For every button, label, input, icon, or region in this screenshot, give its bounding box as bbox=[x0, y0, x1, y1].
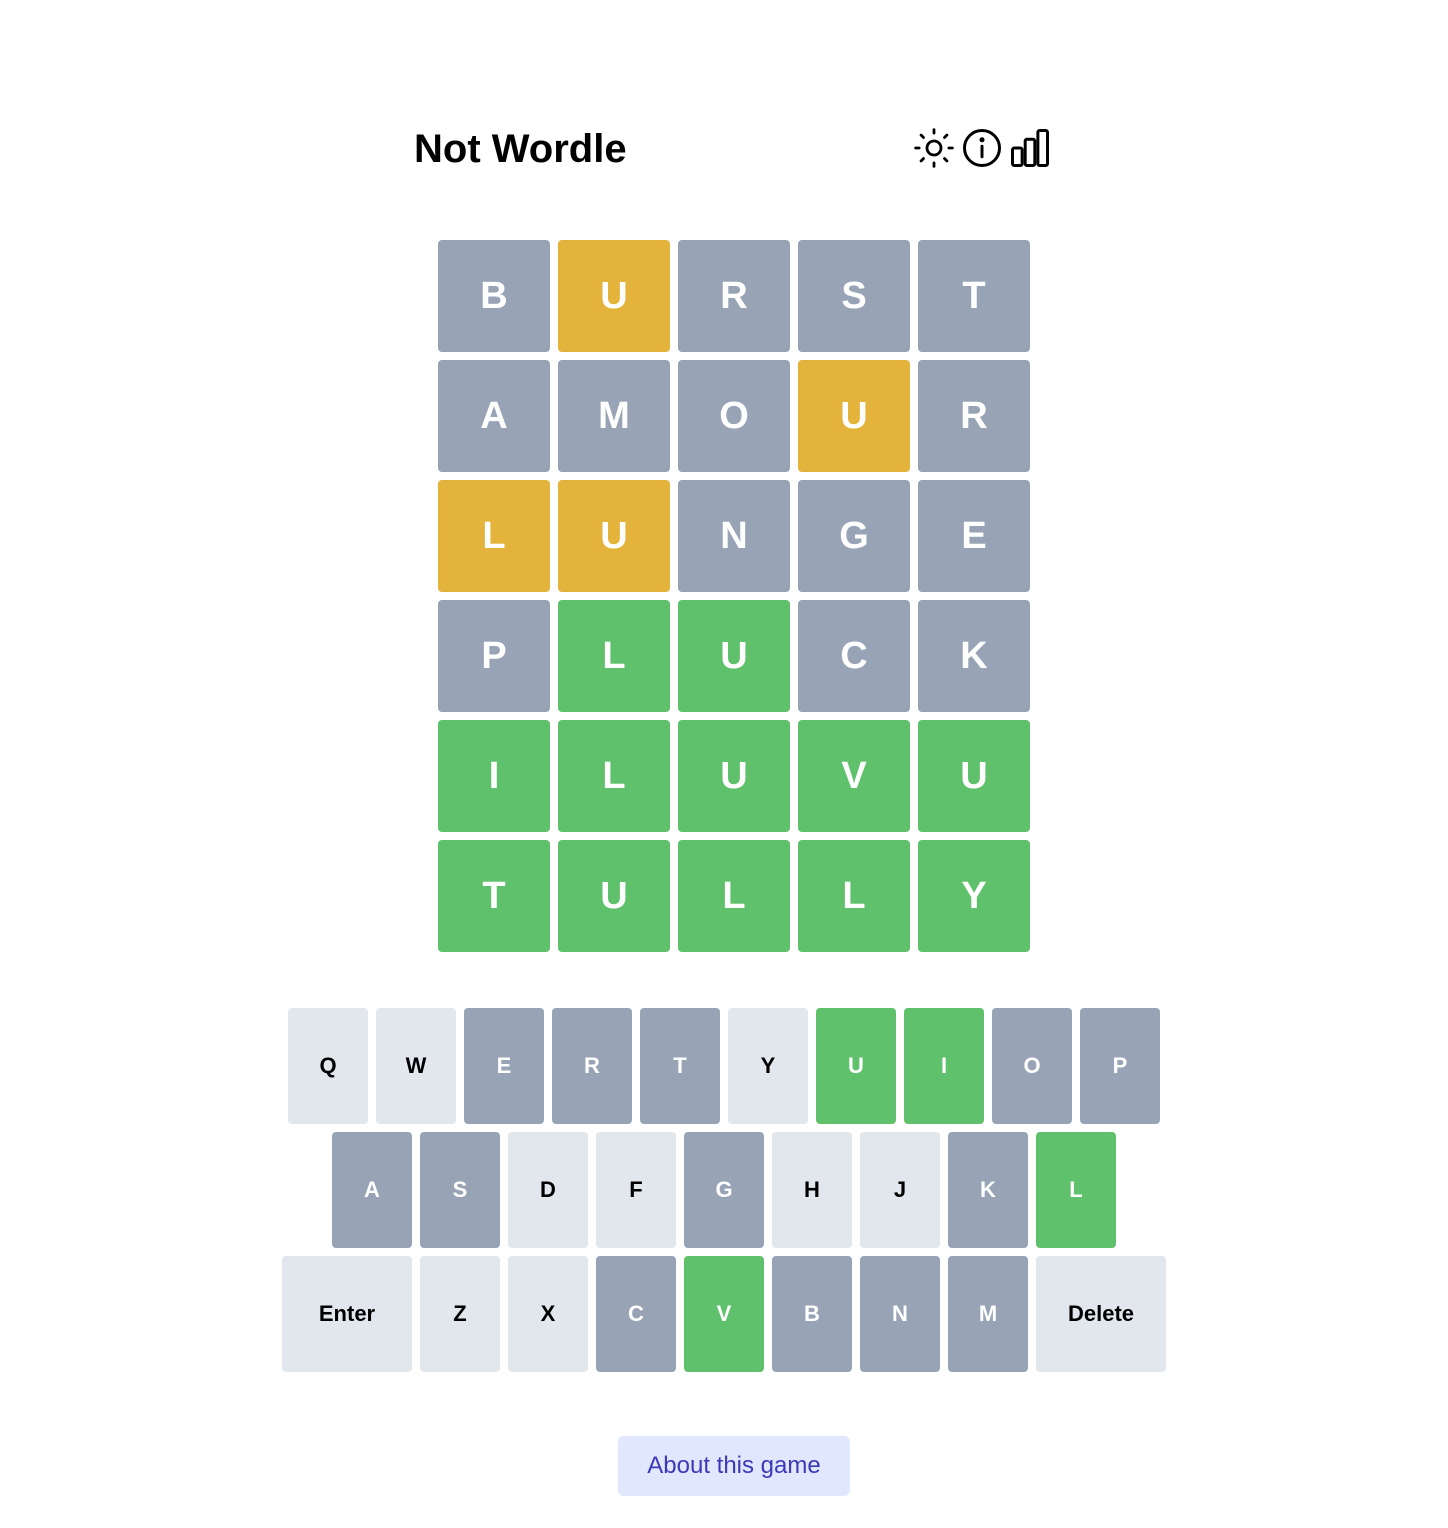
board-tile: U bbox=[558, 480, 670, 592]
key-f[interactable]: F bbox=[596, 1132, 676, 1248]
key-w[interactable]: W bbox=[376, 1008, 456, 1124]
key-h[interactable]: H bbox=[772, 1132, 852, 1248]
key-g[interactable]: G bbox=[684, 1132, 764, 1248]
board-tile: U bbox=[918, 720, 1030, 832]
key-s[interactable]: S bbox=[420, 1132, 500, 1248]
board-tile: K bbox=[918, 600, 1030, 712]
board-tile: L bbox=[438, 480, 550, 592]
board-tile: N bbox=[678, 480, 790, 592]
board-tile: P bbox=[438, 600, 550, 712]
board-tile: U bbox=[558, 840, 670, 952]
board-tile: B bbox=[438, 240, 550, 352]
board-row: TULLY bbox=[438, 840, 1030, 952]
board-tile: U bbox=[678, 600, 790, 712]
key-x[interactable]: X bbox=[508, 1256, 588, 1372]
board-tile: A bbox=[438, 360, 550, 472]
info-icon[interactable] bbox=[960, 126, 1004, 170]
board-tile: T bbox=[918, 240, 1030, 352]
keyboard-row: ASDFGHJKL bbox=[0, 1132, 1448, 1248]
on-screen-keyboard: Q W E R T Y U I O P A S D F G H J K L Enter Z X C V B N M Delete bbox=[0, 1008, 1448, 1380]
key-v[interactable]: V bbox=[684, 1256, 764, 1372]
key-m[interactable]: M bbox=[948, 1256, 1028, 1372]
board-tile: U bbox=[678, 720, 790, 832]
board-row: AMOUR bbox=[438, 360, 1030, 472]
board-tile: E bbox=[918, 480, 1030, 592]
key-b[interactable]: B bbox=[772, 1256, 852, 1372]
key-e[interactable]: E bbox=[464, 1008, 544, 1124]
board-tile: L bbox=[798, 840, 910, 952]
board-row: LUNGE bbox=[438, 480, 1030, 592]
board-tile: G bbox=[798, 480, 910, 592]
board-tile: S bbox=[798, 240, 910, 352]
board-tile: I bbox=[438, 720, 550, 832]
board-tile: R bbox=[918, 360, 1030, 472]
board-row: PLUCK bbox=[438, 600, 1030, 712]
board-tile: L bbox=[558, 600, 670, 712]
board-row: BURST bbox=[438, 240, 1030, 352]
key-y[interactable]: Y bbox=[728, 1008, 808, 1124]
keyboard-row: Enter Z X C V B N M Delete bbox=[0, 1256, 1448, 1372]
board-tile: T bbox=[438, 840, 550, 952]
key-q[interactable]: Q bbox=[288, 1008, 368, 1124]
board-tile: V bbox=[798, 720, 910, 832]
board-tile: L bbox=[558, 720, 670, 832]
key-j[interactable]: J bbox=[860, 1132, 940, 1248]
key-t[interactable]: T bbox=[640, 1008, 720, 1124]
board-tile: R bbox=[678, 240, 790, 352]
key-k[interactable]: K bbox=[948, 1132, 1028, 1248]
key-z[interactable]: Z bbox=[420, 1256, 500, 1372]
key-n[interactable]: N bbox=[860, 1256, 940, 1372]
key-o[interactable]: O bbox=[992, 1008, 1072, 1124]
key-r[interactable]: R bbox=[552, 1008, 632, 1124]
key-c[interactable]: C bbox=[596, 1256, 676, 1372]
board-tile: U bbox=[798, 360, 910, 472]
about-game-button[interactable]: About this game bbox=[618, 1436, 850, 1496]
key-i[interactable]: I bbox=[904, 1008, 984, 1124]
key-l[interactable]: L bbox=[1036, 1132, 1116, 1248]
stats-chart-icon[interactable] bbox=[1008, 126, 1052, 170]
key-delete[interactable]: Delete bbox=[1036, 1256, 1166, 1372]
board-tile: U bbox=[558, 240, 670, 352]
keyboard-row: QWERTYUIOP bbox=[0, 1008, 1448, 1124]
board-row: ILUVU bbox=[438, 720, 1030, 832]
board-tile: M bbox=[558, 360, 670, 472]
board-tile: Y bbox=[918, 840, 1030, 952]
board-tile: C bbox=[798, 600, 910, 712]
key-d[interactable]: D bbox=[508, 1132, 588, 1248]
board-tile: O bbox=[678, 360, 790, 472]
key-a[interactable]: A bbox=[332, 1132, 412, 1248]
game-board: BURSTAMOURLUNGEPLUCKILUVUTULLY bbox=[438, 240, 1030, 960]
key-p[interactable]: P bbox=[1080, 1008, 1160, 1124]
key-u[interactable]: U bbox=[816, 1008, 896, 1124]
key-enter[interactable]: Enter bbox=[282, 1256, 412, 1372]
page-title: Not Wordle bbox=[414, 127, 627, 171]
sun-icon[interactable] bbox=[912, 126, 956, 170]
board-tile: L bbox=[678, 840, 790, 952]
header: Not Wordle bbox=[414, 120, 1054, 180]
